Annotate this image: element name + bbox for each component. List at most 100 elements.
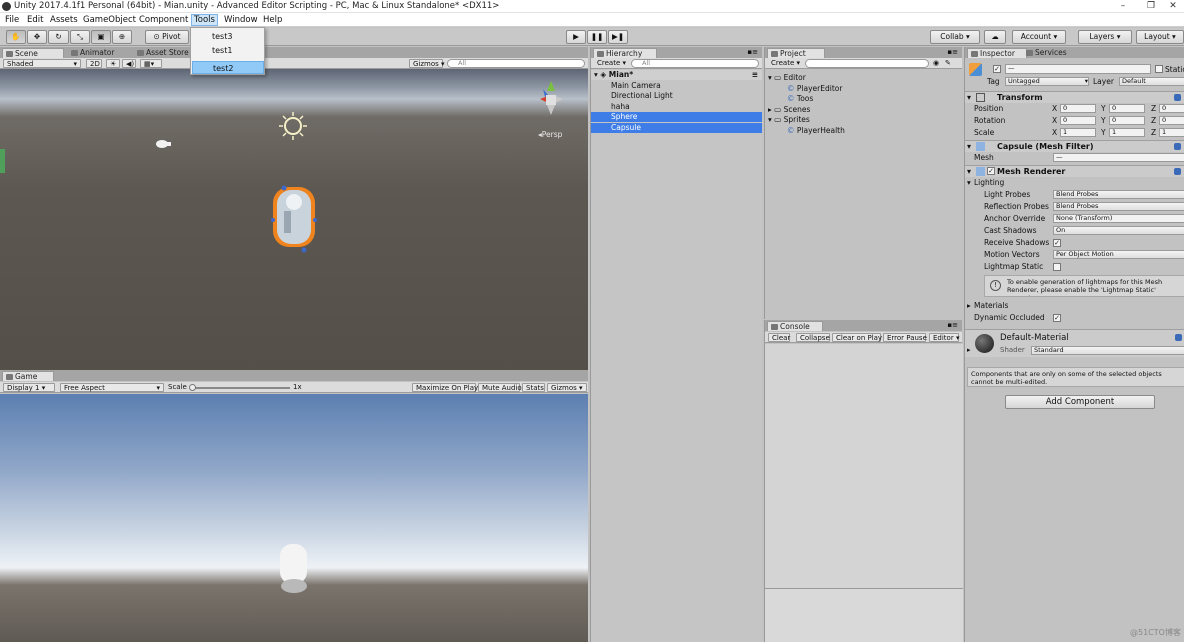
tab-game[interactable]: Game [2, 371, 54, 381]
tab-hierarchy[interactable]: Hierarchy [593, 48, 657, 58]
project-folder-sprites[interactable]: ▾ ▭ Sprites [765, 115, 962, 125]
console-clear-button[interactable]: Clear [768, 333, 790, 342]
mesh-filter-help-icon[interactable] [1174, 143, 1181, 150]
close-button[interactable]: ✕ [1162, 0, 1184, 12]
hierarchy-create-dropdown[interactable]: Create ▾ [594, 59, 628, 68]
tab-asset-store[interactable]: Asset Store [134, 48, 194, 58]
play-button[interactable]: ▶ [566, 30, 586, 44]
project-search-input[interactable] [805, 59, 929, 68]
filter-type-icon[interactable]: ◉ [933, 59, 939, 67]
hierarchy-item-main-camera[interactable]: Main Camera [591, 81, 762, 91]
scale-x-field[interactable]: 1 [1060, 128, 1096, 137]
static-checkbox[interactable] [1155, 65, 1163, 73]
scene-search-input[interactable]: All [447, 59, 585, 68]
scale-z-field[interactable]: 1 [1159, 128, 1184, 137]
scale-slider-handle[interactable] [189, 384, 196, 391]
scene-menu-icon[interactable]: ≡ [752, 70, 758, 80]
menu-item-test3[interactable]: test3 [192, 30, 264, 43]
panel-menu-icon[interactable]: ▪≡ [747, 48, 758, 56]
rotation-z-field[interactable]: 0 [1159, 116, 1184, 125]
tab-animator[interactable]: Animator [68, 48, 138, 58]
anchor-override-field[interactable]: None (Transform) [1053, 214, 1184, 223]
project-folder-editor[interactable]: ▾ ▭ Editor [765, 73, 962, 83]
tab-project[interactable]: Project [767, 48, 825, 58]
hierarchy-item-sphere[interactable]: Sphere [591, 112, 762, 122]
lighting-toggle-icon[interactable]: ☀ [106, 59, 120, 68]
console-detail-area[interactable] [765, 588, 963, 642]
rotate-tool-icon[interactable]: ↻ [48, 30, 69, 44]
scene-viewport[interactable]: ◂Persp [0, 69, 588, 370]
2d-toggle[interactable]: 2D [86, 59, 102, 68]
menu-file[interactable]: File [3, 14, 21, 26]
project-create-dropdown[interactable]: Create ▾ [768, 59, 802, 68]
maximize-button[interactable]: ❐ [1140, 0, 1162, 12]
console-panel-menu-icon[interactable]: ▪≡ [947, 321, 958, 329]
hierarchy-item-haha[interactable]: haha [591, 102, 762, 112]
move-tool-icon[interactable]: ✥ [27, 30, 47, 44]
menu-tools[interactable]: Tools [191, 14, 218, 26]
hand-tool-icon[interactable]: ✋ [6, 30, 26, 44]
transform-tool-icon[interactable]: ⊕ [112, 30, 132, 44]
game-gizmos-dropdown[interactable]: Gizmos ▾ [547, 383, 587, 392]
material-help-icon[interactable] [1175, 334, 1182, 341]
collab-button[interactable]: Collab ▾ [930, 30, 980, 44]
mesh-filter-header[interactable]: ▾ Capsule (Mesh Filter) [965, 140, 1184, 152]
tab-console[interactable]: Console [767, 321, 823, 331]
console-clear-on-play-toggle[interactable]: Clear on Play [832, 333, 882, 342]
console-log-area[interactable] [765, 344, 963, 588]
light-probes-dropdown[interactable]: Blend Probes [1053, 190, 1184, 199]
tag-dropdown[interactable]: Untagged ▾ [1005, 77, 1089, 86]
cloud-icon[interactable]: ☁ [984, 30, 1006, 44]
mesh-renderer-header[interactable]: ▾ ✓ Mesh Renderer [965, 165, 1184, 177]
project-script-playerhealth[interactable]: © PlayerHealth [765, 126, 962, 136]
maximize-on-play-toggle[interactable]: Maximize On Play [412, 383, 478, 392]
mesh-renderer-help-icon[interactable] [1174, 168, 1181, 175]
scene-root-row[interactable]: ▾ ◈ Mian* ≡ [591, 70, 762, 80]
hierarchy-search-input[interactable]: All [631, 59, 759, 68]
position-x-field[interactable]: 0 [1060, 104, 1096, 113]
transform-help-icon[interactable] [1174, 94, 1181, 101]
menu-assets[interactable]: Assets [48, 14, 80, 26]
effects-dropdown-icon[interactable]: ▦▾ [140, 59, 162, 68]
position-z-field[interactable]: 0 [1159, 104, 1184, 113]
menu-gameobject[interactable]: GameObject [81, 14, 138, 26]
tab-services[interactable]: Services [1023, 48, 1073, 58]
rotation-y-field[interactable]: 0 [1109, 116, 1145, 125]
shading-mode-dropdown[interactable]: Shaded ▾ [3, 59, 81, 68]
layout-dropdown[interactable]: Layout ▾ [1136, 30, 1184, 44]
scene-side-handle[interactable] [0, 149, 5, 173]
project-panel-menu-icon[interactable]: ▪≡ [947, 48, 958, 56]
add-component-button[interactable]: Add Component [1005, 395, 1155, 409]
aspect-dropdown[interactable]: Free Aspect ▾ [60, 383, 164, 392]
hierarchy-item-directional-light[interactable]: Directional Light [591, 91, 762, 101]
persp-label[interactable]: ◂Persp [538, 130, 562, 139]
project-script-playereditor[interactable]: © PlayerEditor [765, 84, 962, 94]
active-checkbox[interactable]: ✓ [993, 65, 1001, 73]
mute-audio-toggle[interactable]: Mute Audio [478, 383, 522, 392]
tab-scene[interactable]: Scene [2, 48, 64, 58]
cast-shadows-dropdown[interactable]: On [1053, 226, 1184, 235]
account-dropdown[interactable]: Account ▾ [1012, 30, 1066, 44]
pivot-toggle[interactable]: ⊙ Pivot [145, 30, 189, 44]
rotation-x-field[interactable]: 0 [1060, 116, 1096, 125]
minimize-button[interactable]: – [1112, 0, 1134, 12]
rect-tool-icon[interactable]: ▣ [91, 30, 111, 44]
transform-header[interactable]: ▾ Transform [965, 91, 1184, 103]
menu-window[interactable]: Window [222, 14, 260, 26]
layer-dropdown[interactable]: Default [1119, 77, 1184, 86]
hierarchy-item-capsule[interactable]: Capsule [591, 123, 762, 133]
lightmap-static-checkbox[interactable] [1053, 263, 1061, 271]
shader-dropdown[interactable]: Standard [1031, 346, 1184, 355]
project-script-toos[interactable]: © Toos [765, 94, 962, 104]
scene-gizmos-dropdown[interactable]: Gizmos ▾ [409, 59, 445, 68]
project-folder-scenes[interactable]: ▸ ▭ Scenes [765, 105, 962, 115]
mesh-renderer-enabled-checkbox[interactable]: ✓ [987, 167, 995, 175]
menu-help[interactable]: Help [261, 14, 284, 26]
motion-vectors-dropdown[interactable]: Per Object Motion [1053, 250, 1184, 259]
mesh-field[interactable]: — [1053, 153, 1184, 162]
receive-shadows-checkbox[interactable]: ✓ [1053, 239, 1061, 247]
position-y-field[interactable]: 0 [1109, 104, 1145, 113]
scale-tool-icon[interactable]: ⤡ [70, 30, 90, 44]
menu-item-test1[interactable]: test1 [192, 44, 264, 57]
step-button[interactable]: ▶❚ [608, 30, 628, 44]
